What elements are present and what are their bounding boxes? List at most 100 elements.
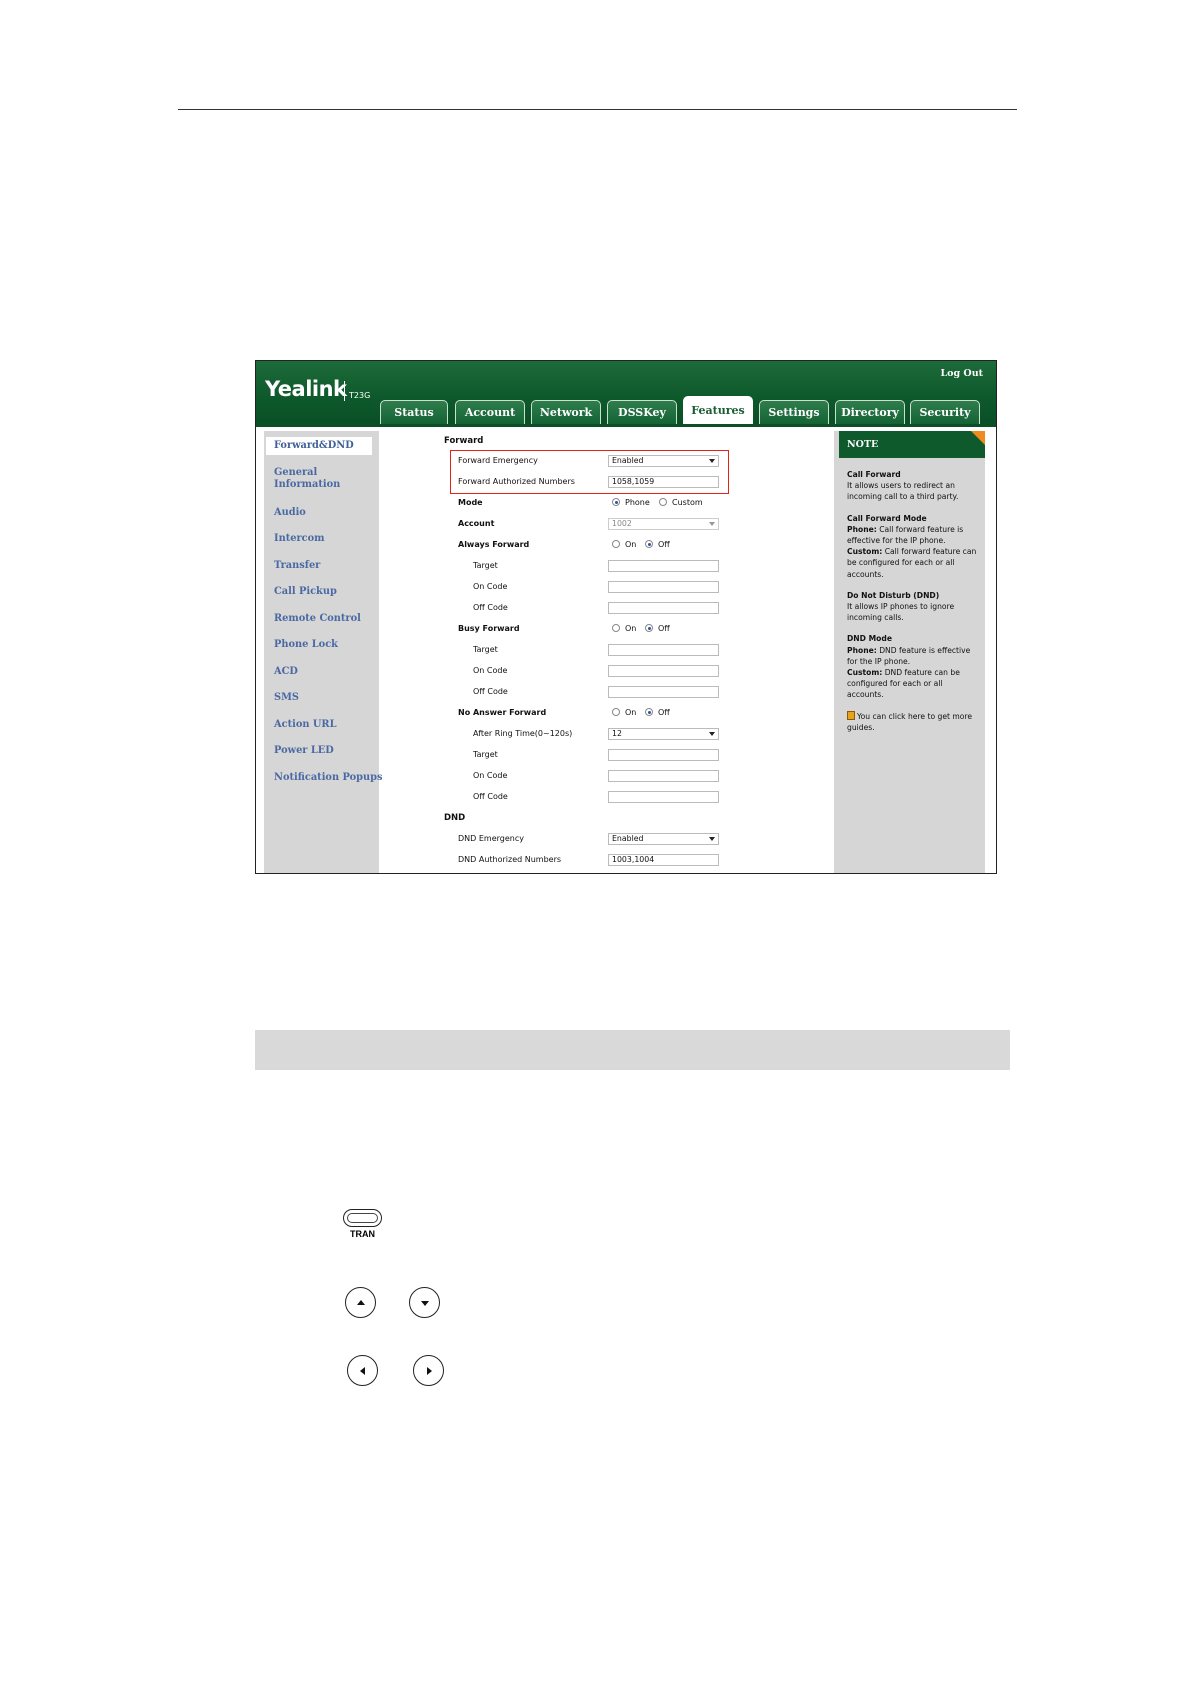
busy-on-code-label: On Code (473, 666, 508, 675)
always-off-code-label: Off Code (473, 603, 508, 612)
account-select[interactable]: 1002 (608, 518, 719, 530)
noanswer-off-radio[interactable] (645, 708, 653, 716)
sidebar-item-sms[interactable]: SMS (274, 692, 299, 704)
sidebar-item-intercom[interactable]: Intercom (274, 533, 325, 545)
tab-network[interactable]: Network (531, 400, 601, 424)
busy-forward-label: Busy Forward (458, 624, 520, 633)
busy-off-code-label: Off Code (473, 687, 508, 696)
down-key-icon (409, 1287, 440, 1318)
busy-target-input[interactable] (608, 644, 719, 656)
sidebar-item-audio[interactable]: Audio (274, 507, 306, 519)
always-off-label: Off (658, 540, 670, 549)
always-on-label: On (625, 540, 637, 549)
forward-authorized-label: Forward Authorized Numbers (458, 477, 575, 486)
always-target-input[interactable] (608, 560, 719, 572)
tab-security[interactable]: Security (910, 400, 980, 424)
right-key-icon (413, 1355, 444, 1386)
tran-key-label: TRAN (350, 1229, 375, 1239)
always-on-radio[interactable] (612, 540, 620, 548)
noanswer-off-code-label: Off Code (473, 792, 508, 801)
noanswer-on-label: On (625, 708, 637, 717)
table-header-band (255, 1030, 1010, 1070)
ring-time-select[interactable]: 12 (608, 728, 719, 740)
noanswer-target-input[interactable] (608, 749, 719, 761)
mode-custom-radio[interactable] (659, 498, 667, 506)
note-cf-text: It allows users to redirect an incoming … (847, 481, 959, 502)
always-on-code-label: On Code (473, 582, 508, 591)
always-target-label: Target (473, 561, 498, 570)
note-guide-link[interactable]: You can click here to get more guides. (847, 710, 981, 733)
busy-target-label: Target (473, 645, 498, 654)
busy-off-radio[interactable] (645, 624, 653, 632)
sidebar-item-label: Forward&DND (274, 440, 354, 451)
model-label: T23G (349, 391, 371, 400)
logo-divider (344, 381, 345, 401)
noanswer-on-radio[interactable] (612, 708, 620, 716)
noanswer-on-code-input[interactable] (608, 770, 719, 782)
sidebar-item-transfer[interactable]: Transfer (274, 560, 320, 572)
tran-key-icon (343, 1209, 382, 1227)
always-on-code-input[interactable] (608, 581, 719, 593)
sidebar-item-power-led[interactable]: Power LED (274, 745, 334, 757)
forward-authorized-input[interactable]: 1058,1059 (608, 476, 719, 488)
forward-section-title: Forward (444, 436, 484, 446)
chevron-down-icon (709, 732, 715, 736)
page-header-rule (178, 109, 1017, 110)
sidebar-item-action-url[interactable]: Action URL (274, 719, 336, 731)
header-bar: Yealink T23G Log Out Status Account Netw… (256, 361, 996, 424)
tab-features[interactable]: Features (683, 396, 753, 424)
sidebar-item-call-pickup[interactable]: Call Pickup (274, 586, 337, 598)
chevron-down-icon (709, 522, 715, 526)
note-panel: NOTE Call Forward It allows users to redi… (839, 431, 985, 873)
busy-off-code-input[interactable] (608, 686, 719, 698)
mode-phone-radio[interactable] (612, 498, 620, 506)
tab-dsskey[interactable]: DSSKey (607, 400, 677, 424)
busy-on-label: On (625, 624, 637, 633)
forward-emergency-select[interactable]: Enabled (608, 455, 719, 467)
note-dnd-text: It allows IP phones to ignore incoming c… (847, 602, 955, 623)
always-off-radio[interactable] (645, 540, 653, 548)
sidebar-item-notification-popups[interactable]: Notification Popups (274, 772, 382, 784)
dnd-authorized-input[interactable]: 1003,1004 (608, 854, 719, 866)
sidebar-item-phone-lock[interactable]: Phone Lock (274, 639, 338, 651)
note-cf-title: Call Forward (847, 470, 901, 479)
left-key-icon (347, 1355, 378, 1386)
noanswer-target-label: Target (473, 750, 498, 759)
tab-settings[interactable]: Settings (759, 400, 829, 424)
web-ui-screenshot: Yealink T23G Log Out Status Account Netw… (255, 360, 997, 874)
note-dndm-title: DND Mode (847, 634, 892, 644)
mode-phone-label: Phone (625, 498, 650, 507)
chevron-down-icon (709, 459, 715, 463)
sidebar-item-acd[interactable]: ACD (274, 666, 298, 678)
busy-on-radio[interactable] (612, 624, 620, 632)
dnd-authorized-label: DND Authorized Numbers (458, 855, 562, 864)
note-body: Call Forward It allows users to redirect … (847, 469, 981, 743)
sidebar-item-forward-dnd[interactable]: Forward&DND (266, 437, 372, 455)
dnd-emergency-label: DND Emergency (458, 834, 524, 843)
tab-directory[interactable]: Directory (835, 400, 905, 424)
always-forward-label: Always Forward (458, 540, 530, 549)
note-title: NOTE (839, 431, 985, 458)
noanswer-off-code-input[interactable] (608, 791, 719, 803)
busy-on-code-input[interactable] (608, 665, 719, 677)
account-label: Account (458, 519, 495, 528)
header-underline (256, 424, 996, 427)
note-cfm-title: Call Forward Mode (847, 513, 927, 523)
noanswer-on-code-label: On Code (473, 771, 508, 780)
forward-emergency-label: Forward Emergency (458, 456, 538, 465)
mode-custom-label: Custom (672, 498, 703, 507)
dnd-section-title: DND (444, 813, 466, 823)
logout-link[interactable]: Log Out (940, 368, 983, 379)
noanswer-off-label: Off (658, 708, 670, 717)
chevron-down-icon (709, 837, 715, 841)
sidebar-item-remote-control[interactable]: Remote Control (274, 613, 361, 625)
sidebar-item-general-information[interactable]: General Information (274, 467, 340, 490)
tab-status[interactable]: Status (380, 400, 448, 424)
ring-time-label: After Ring Time(0~120s) (473, 729, 573, 738)
book-icon (847, 710, 855, 720)
busy-off-label: Off (658, 624, 670, 633)
always-off-code-input[interactable] (608, 602, 719, 614)
dnd-emergency-select[interactable]: Enabled (608, 833, 719, 845)
sidebar (264, 431, 379, 873)
tab-account[interactable]: Account (455, 400, 525, 424)
